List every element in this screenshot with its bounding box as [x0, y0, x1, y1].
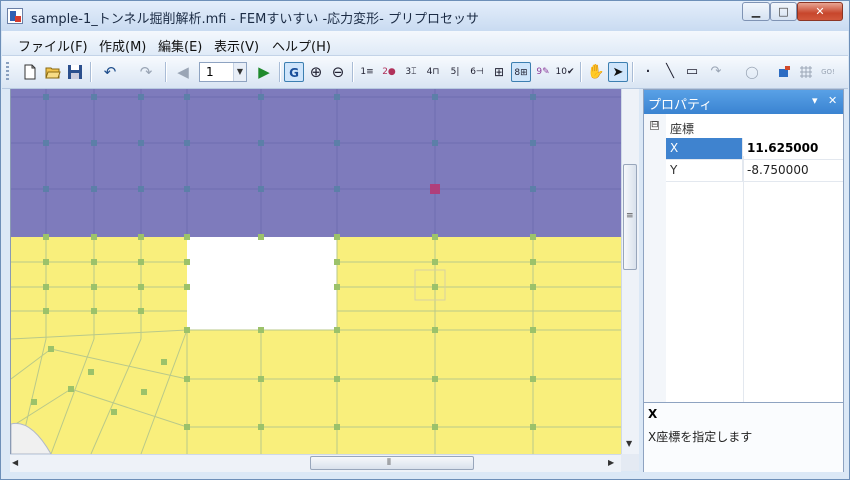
tool-9-icon[interactable]: 9✎ — [533, 62, 553, 82]
circle-tool-icon[interactable]: ◯ — [742, 62, 762, 82]
selected-node[interactable] — [430, 184, 440, 194]
horizontal-scrollbar[interactable]: ◀ ⦀ ▶ — [10, 454, 621, 472]
scroll-left-icon[interactable]: ◀ — [12, 458, 18, 468]
toolbar-separator — [165, 62, 167, 82]
scroll-right-icon[interactable]: ▶ — [608, 458, 614, 468]
previous-step-icon[interactable]: ◀ — [173, 62, 193, 82]
properties-close-icon[interactable]: ✕ — [828, 94, 837, 107]
description-text: X座標を指定します — [648, 430, 753, 444]
tool-1-icon[interactable]: 1≡ — [357, 62, 377, 82]
description-pane: X X座標を指定します — [644, 402, 843, 472]
global-view-button[interactable]: G — [284, 62, 304, 82]
tool-2-icon[interactable]: 2● — [379, 62, 399, 82]
tool-5-icon[interactable]: 5| — [445, 62, 465, 82]
arc-tool-icon[interactable]: ↷ — [706, 62, 726, 82]
properties-title: プロパティ — [648, 98, 713, 113]
select-pointer-icon[interactable]: ➤ — [608, 62, 628, 82]
point-tool-icon[interactable]: · — [638, 62, 658, 82]
pan-hand-icon[interactable]: ✋ — [586, 62, 606, 82]
property-value[interactable]: 11.625000 — [747, 138, 818, 159]
scroll-grip-icon: ⦀ — [387, 458, 391, 468]
property-value[interactable]: -8.750000 — [747, 160, 809, 181]
fill-tool-icon[interactable] — [774, 62, 794, 82]
page-number-value: 1 — [206, 65, 214, 79]
redo-icon[interactable]: ↷ — [132, 62, 160, 82]
tool-8-icon[interactable]: 8⊞ — [511, 62, 531, 82]
undo-icon[interactable]: ↶ — [96, 62, 124, 82]
save-icon[interactable] — [65, 62, 85, 82]
property-name: Y — [666, 160, 743, 181]
scroll-grip-icon: ≡ — [626, 211, 634, 221]
excavation-opening[interactable] — [187, 237, 337, 330]
properties-header: プロパティ ▾ ✕ — [644, 90, 843, 114]
zoom-in-icon[interactable]: ⊕ — [306, 62, 326, 82]
toolbar: ↶ ↷ ◀ ▶ G ⊕ ⊖ 1≡ 2● 3⌶ 4⊓ 5| 6⊣ ⊞ 8⊞ 9✎ … — [2, 56, 848, 89]
window-title: sample-1_トンネル掘削解析.mfi - FEMすいすい -応力変形- プ… — [31, 12, 479, 27]
page-number-select[interactable]: 1 ▼ — [199, 62, 247, 82]
upper-region[interactable] — [11, 89, 622, 237]
category-label: 座標 — [670, 122, 695, 136]
scroll-corner — [621, 454, 639, 471]
menu-create[interactable]: 作成(M) — [99, 36, 146, 55]
toolbar-separator — [580, 62, 582, 82]
tool-10-icon[interactable]: 10✔ — [555, 62, 575, 82]
toolbar-separator — [90, 62, 92, 82]
tool-7-icon[interactable]: ⊞ — [489, 62, 509, 82]
menu-edit[interactable]: 編集(E) — [158, 36, 202, 55]
property-grid-gutter — [644, 114, 666, 402]
run-go-icon[interactable]: GO! — [818, 62, 838, 82]
property-row-x[interactable]: X 11.625000 — [666, 138, 843, 160]
minimize-button[interactable]: ▁ — [742, 2, 770, 21]
menu-view[interactable]: 表示(V) — [214, 36, 259, 55]
menu-file[interactable]: ファイル(F) — [18, 36, 88, 55]
tool-3-icon[interactable]: 3⌶ — [401, 62, 421, 82]
category-row[interactable]: ⊟ 座標 — [644, 118, 843, 138]
description-title: X — [648, 407, 658, 421]
model-canvas[interactable] — [10, 89, 622, 454]
close-button[interactable]: ✕ — [797, 2, 843, 21]
tool-4-icon[interactable]: 4⊓ — [423, 62, 443, 82]
line-tool-icon[interactable]: ╲ — [660, 62, 680, 82]
menu-help[interactable]: ヘルプ(H) — [272, 36, 331, 55]
menu-bar: ファイル(F) 作成(M) 編集(E) 表示(V) ヘルプ(H) — [2, 31, 848, 56]
pin-dropdown-icon[interactable]: ▾ — [812, 94, 818, 107]
next-step-icon[interactable]: ▶ — [254, 62, 274, 82]
horizontal-scroll-thumb[interactable] — [310, 456, 474, 470]
zoom-out-icon[interactable]: ⊖ — [328, 62, 348, 82]
title-bar: sample-1_トンネル掘削解析.mfi - FEMすいすい -応力変形- プ… — [1, 1, 849, 31]
property-grid: ⊟ 座標 X 11.625000 Y -8.750000 — [644, 114, 843, 402]
mesh-drawing[interactable] — [11, 89, 622, 454]
toolbar-separator — [632, 62, 634, 82]
property-name: X — [666, 138, 743, 159]
properties-panel: プロパティ ▾ ✕ ⊟ 座標 X 11.625000 Y -8.750000 X… — [643, 89, 844, 472]
toolbar-separator — [352, 62, 354, 82]
maximize-button[interactable]: □ — [770, 2, 797, 21]
open-folder-icon[interactable] — [43, 62, 63, 82]
collapse-icon[interactable]: ⊟ — [650, 121, 659, 130]
mesh-tool-icon[interactable] — [796, 62, 816, 82]
vertical-scrollbar[interactable]: ≡ ▼ — [621, 89, 639, 454]
toolbar-separator — [279, 62, 281, 82]
property-row-y[interactable]: Y -8.750000 — [666, 160, 843, 182]
toolbar-grip[interactable] — [6, 62, 9, 82]
chevron-down-icon[interactable]: ▼ — [233, 63, 246, 81]
application-window: sample-1_トンネル掘削解析.mfi - FEMすいすい -応力変形- プ… — [0, 0, 850, 480]
app-icon[interactable] — [7, 8, 23, 24]
column-divider — [743, 156, 744, 402]
rectangle-tool-icon[interactable]: ▭ — [682, 62, 702, 82]
new-file-icon[interactable] — [20, 62, 40, 82]
scroll-down-icon[interactable]: ▼ — [626, 439, 632, 449]
tool-6-icon[interactable]: 6⊣ — [467, 62, 487, 82]
